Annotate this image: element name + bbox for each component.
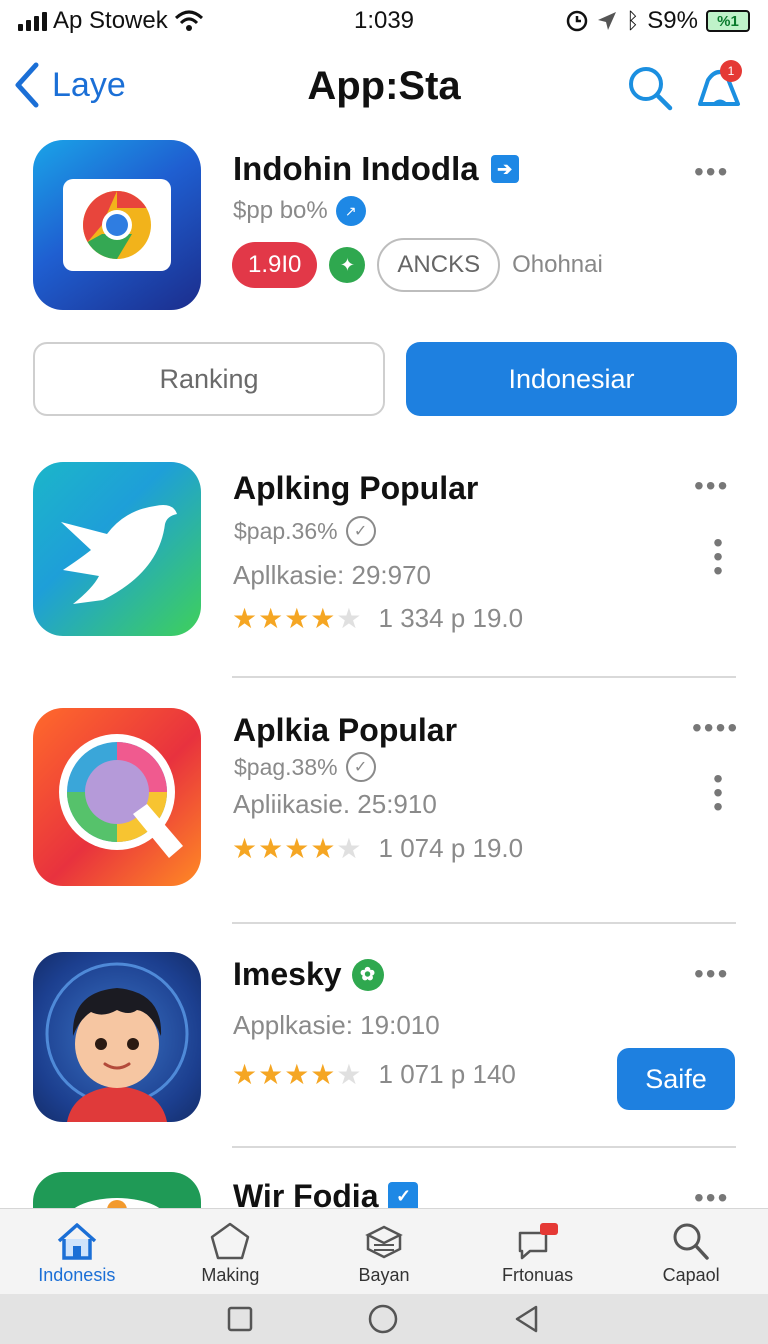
app-icon-bird[interactable] [33,462,201,636]
divider [232,1146,736,1148]
tab-label: Making [201,1265,260,1285]
app-sub-text: $pap.36% [234,517,338,544]
app-name[interactable]: Imesky ✿ [233,956,384,993]
system-nav-bar [0,1294,768,1344]
back-triangle-icon[interactable] [512,1304,542,1334]
stack-icon [365,1225,403,1259]
tab-frtonuas[interactable]: Frtonuas [461,1209,615,1294]
search-icon [629,67,673,111]
chat-icon [518,1223,558,1260]
alarm-icon [566,10,588,32]
more-options-icon[interactable]: ••• [694,156,729,188]
tab-capaol[interactable]: Capaol [614,1209,768,1294]
plain-tag: Ohohnai [512,251,603,278]
award-icon: ✦ [329,247,366,283]
wifi-icon [174,10,203,31]
app-sub-text: $pag.38% [234,753,338,780]
header-app-tags: 1.9I0 ✦ ANCKS Ohohnai [232,238,603,292]
tab-making[interactable]: Making [154,1209,308,1294]
app-rating: ★★★★★ 1 334 p 19.0 [232,602,523,635]
divider [232,676,736,678]
browser-logo-icon [63,179,171,271]
tab-label: Capaol [662,1265,720,1285]
carrier-name: Ap Stowek [53,7,168,34]
q-logo-icon [59,734,183,858]
check-icon: ✓ [345,516,376,546]
bluetooth-icon: ᛒ [626,8,640,33]
star-rating-icon: ★★★★★ [232,1059,363,1090]
more-options-icon[interactable]: •••• [692,712,739,744]
status-left: Ap Stowek [18,7,204,35]
bird-icon [61,505,177,604]
app-meta: Apllkasie: 29:970 [233,560,432,590]
pentagon-icon [211,1222,250,1260]
header-app-sub: $pp bo% ↗ [233,196,366,226]
app-rating: ★★★★★ 1 071 p 140 [232,1058,516,1091]
app-name[interactable]: Aplkia Popular [233,712,457,749]
gear-icon: ✿ [351,958,384,991]
location-icon [598,12,617,30]
check-icon: ✓ [345,752,376,782]
more-options-icon[interactable]: ••• [694,470,729,502]
search-button[interactable] [626,64,674,112]
ranking-button[interactable]: Ranking [33,342,385,416]
rating-text: 1 074 p 19.0 [378,833,524,863]
star-rating-icon: ★★★★★ [232,833,363,864]
battery-icon: %1 [706,10,750,32]
tab-label: Bayan [358,1265,410,1285]
header-app-name[interactable]: Indohin Indodla ➔ [233,150,519,188]
app-icon-q[interactable] [33,708,201,886]
divider [232,922,736,924]
notification-badge: 1 [720,60,742,82]
app-rating: ★★★★★ 1 074 p 19.0 [232,832,523,865]
tab-label: Frtonuas [502,1265,574,1285]
header-app-title: Indohin Indodla [233,150,479,187]
verified-icon: ✓ [388,1181,419,1212]
vertical-more-icon[interactable]: • • • [704,765,732,821]
tab-indonesia[interactable]: Indonesis [0,1209,154,1294]
save-button[interactable]: Saife [617,1048,735,1110]
notifications-button[interactable]: 1 [694,60,746,112]
back-button[interactable]: Laye [14,62,126,108]
nav-bar: Laye App:Sta 1 [0,52,768,122]
app-sub: $pag.38% ✓ [234,752,376,782]
header-app-icon[interactable] [33,140,201,310]
rating-text: 1 071 p 140 [378,1059,516,1089]
app-icon-avatar[interactable] [33,952,201,1122]
vertical-more-icon[interactable]: • • • [704,529,732,585]
tab-label: Indonesis [38,1265,116,1285]
app-meta: Applkasie: 19:010 [233,1010,440,1040]
tab-bar: Indonesis Making Bayan Frtonuas Capaol [0,1208,768,1294]
tag-chip[interactable]: ANCKS [377,238,501,292]
app-meta: Apliikasie. 25:910 [233,789,437,819]
trending-icon: ↗ [335,196,366,226]
home-icon [57,1223,96,1260]
search-icon [673,1223,709,1260]
recents-icon[interactable] [226,1305,254,1333]
header-app-sub-text: $pp bo% [233,197,328,224]
indonesia-button[interactable]: Indonesiar [406,342,737,416]
rating-text: 1 334 p 19.0 [378,603,524,633]
home-circle-icon[interactable] [367,1303,399,1335]
back-label: Laye [52,65,126,104]
rank-badge: 1.9I0 [232,242,318,288]
battery-percent: S9% [647,7,698,34]
tab-bayan[interactable]: Bayan [307,1209,461,1294]
app-sub: $pap.36% ✓ [234,516,376,546]
more-options-icon[interactable]: ••• [694,958,729,990]
status-bar: Ap Stowek 1:039 ᛒ S9% %1 [0,0,768,42]
chevron-left-icon [15,62,39,108]
signal-icon [18,11,47,31]
app-name-text: Imesky [233,956,342,992]
app-name[interactable]: Aplking Popular [233,470,478,507]
arrow-right-icon: ➔ [490,155,519,183]
boy-avatar-icon [45,962,189,1122]
star-rating-icon: ★★★★★ [232,603,363,634]
status-right: ᛒ S9% %1 [566,7,750,35]
